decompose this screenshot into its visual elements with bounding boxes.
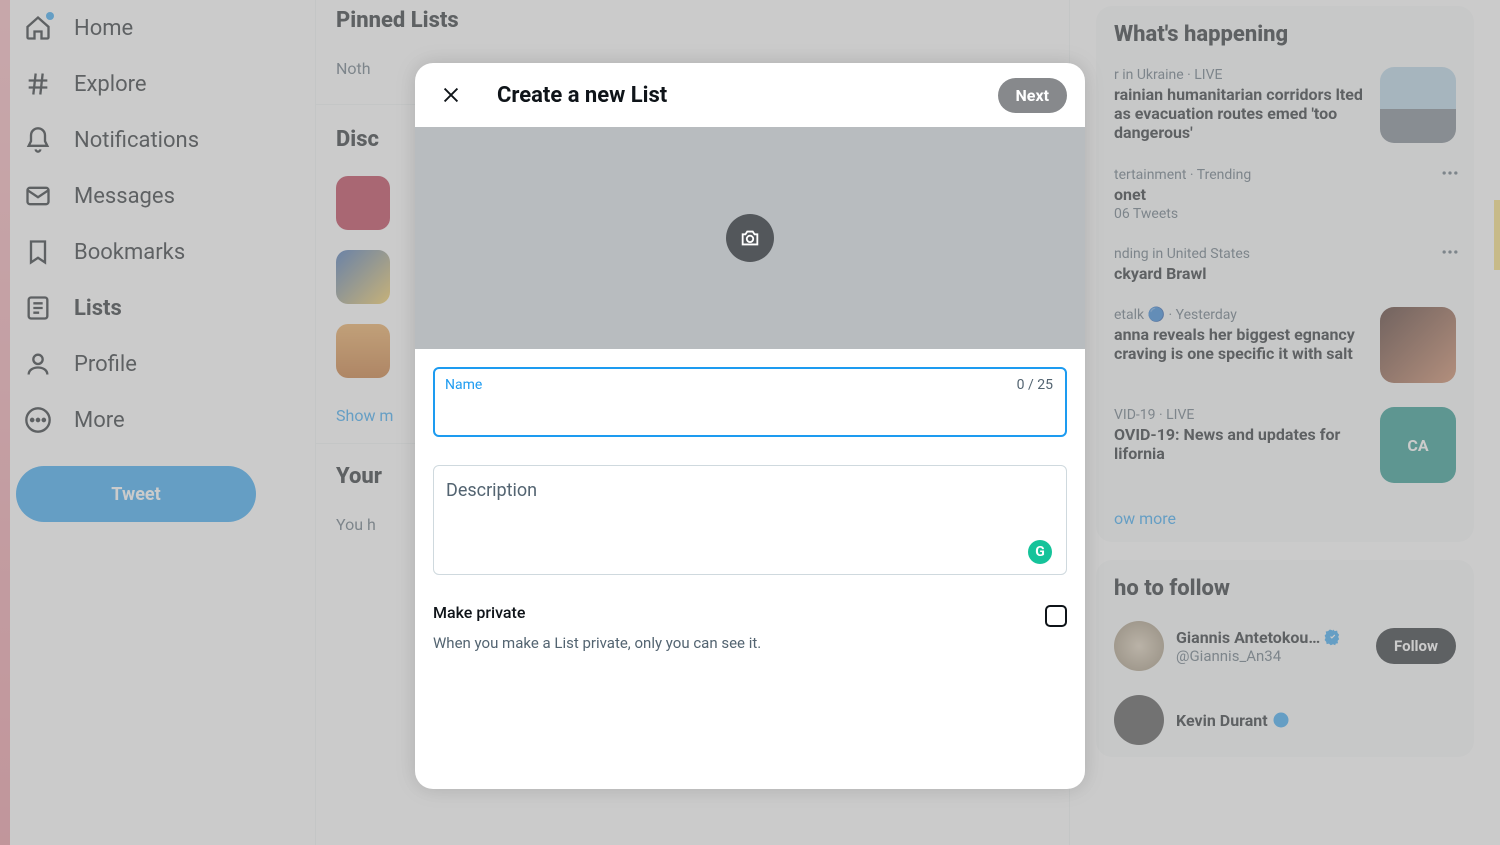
create-list-modal: Create a new List Next Name 0 / 25 Descr… [415, 63, 1085, 789]
make-private-checkbox[interactable] [1045, 605, 1067, 627]
description-field[interactable]: Description G [433, 465, 1067, 575]
grammarly-badge-icon[interactable]: G [1028, 540, 1052, 564]
name-label: Name [445, 377, 482, 393]
close-icon [440, 84, 462, 106]
close-button[interactable] [433, 77, 469, 113]
make-private-row: Make private When you make a List privat… [433, 603, 1067, 652]
modal-header: Create a new List Next [415, 63, 1085, 127]
camera-icon [739, 227, 761, 249]
description-label: Description [446, 480, 537, 501]
next-button[interactable]: Next [998, 78, 1067, 113]
modal-title: Create a new List [497, 83, 667, 108]
modal-form: Name 0 / 25 Description G Make private W… [415, 349, 1085, 670]
description-input[interactable] [434, 466, 1066, 548]
add-banner-photo-button[interactable] [726, 214, 774, 262]
make-private-label: Make private [433, 603, 761, 622]
make-private-description: When you make a List private, only you c… [433, 634, 761, 652]
name-counter: 0 / 25 [1017, 377, 1053, 393]
name-input[interactable] [435, 369, 1065, 430]
list-banner-placeholder [415, 127, 1085, 349]
name-field[interactable]: Name 0 / 25 [433, 367, 1067, 437]
